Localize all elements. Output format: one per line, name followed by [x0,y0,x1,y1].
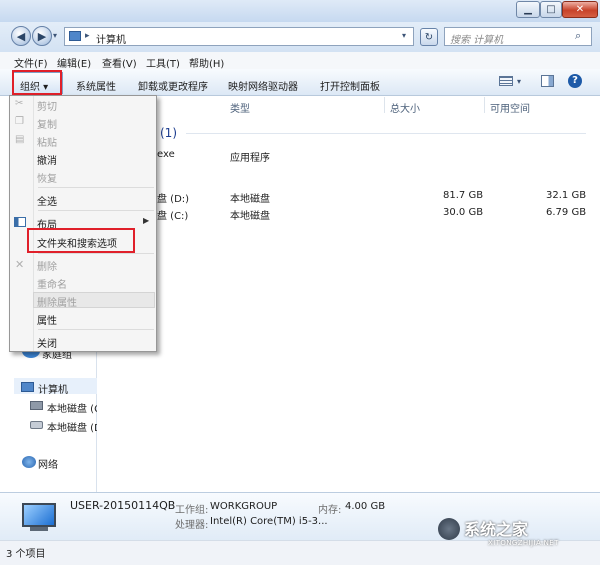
nav-network[interactable]: 网络 [38,456,58,471]
column-header-free-space[interactable]: 可用空间 [490,100,530,115]
watermark-logo-icon [438,518,460,540]
maximize-button[interactable]: □ [540,1,562,18]
menu-redo[interactable]: 恢复 [37,170,57,185]
drive-d-total: 81.7 GB [443,190,484,201]
workgroup-label: 工作组: [175,505,209,516]
refresh-icon: ↻ [424,31,434,43]
memory-label: 内存: [318,505,342,516]
column-divider[interactable] [484,97,485,113]
close-button[interactable]: ✕ [562,1,598,18]
menu-rename[interactable]: 重命名 [37,276,67,291]
search-input[interactable]: 搜索 计算机 [450,31,503,46]
close-icon: ✕ [575,4,585,15]
group-divider [186,133,586,134]
menu-undo[interactable]: 撤消 [37,152,57,167]
maximize-icon: □ [546,4,556,15]
menu-separator [38,329,154,330]
search-icon[interactable]: ⌕ [575,29,581,43]
help-icon[interactable]: ? [568,74,582,88]
forward-arrow-icon: ▶ [37,29,47,43]
menu-select-all[interactable]: 全选 [37,193,57,208]
title-bar[interactable] [0,0,600,22]
computer-stand-icon [30,527,48,531]
preview-pane-icon[interactable] [541,75,554,87]
cpu-label: 处理器: [175,520,209,531]
view-dropdown-icon[interactable]: ▾ [517,77,521,86]
disk-icon [30,401,43,410]
address-dropdown-icon[interactable]: ▾ [402,31,406,40]
menu-help[interactable]: 帮助(H) [189,55,224,70]
menu-remove-properties[interactable]: 删除属性 [37,294,77,309]
forward-button[interactable]: ▶ [32,26,52,46]
group-header[interactable]: (1) [160,126,177,140]
folder-options-highlight-box [27,228,135,253]
uninstall-program-button[interactable]: 卸载或更改程序 [138,78,208,93]
memory-value: 4.00 GB [345,501,386,512]
nav-computer-label[interactable]: 计算机 [38,381,68,396]
system-properties-button[interactable]: 系统属性 [76,78,116,93]
drive-c-name[interactable]: 盘 (C:) [157,207,188,222]
refresh-button[interactable]: ↻ [420,28,438,46]
watermark-subtext: XITONGZHIJIA.NET [488,539,559,547]
delete-x-icon: ✕ [15,258,25,271]
minimize-icon: ▁ [524,4,532,15]
computer-icon [21,382,34,392]
column-divider[interactable] [384,97,385,113]
submenu-arrow-icon: ▶ [143,216,150,225]
app-type: 应用程序 [230,153,270,164]
drive-d-type: 本地磁盘 [230,194,270,205]
drive-d-free: 32.1 GB [546,190,587,201]
breadcrumb-computer[interactable]: 计算机 [96,31,126,46]
menu-close[interactable]: 关闭 [37,335,57,350]
drive-c-free: 6.79 GB [546,207,587,218]
network-icon [22,456,36,468]
scissors-icon: ✂ [15,98,24,109]
copy-icon: ❐ [15,116,24,127]
menu-delete[interactable]: 删除 [37,258,57,273]
organize-highlight-box [12,70,62,95]
drive-c-total: 30.0 GB [443,207,484,218]
menu-cut[interactable]: 剪切 [37,98,57,113]
column-header-type[interactable]: 类型 [230,100,250,115]
item-count: 3 个项目 [6,549,46,560]
drive-c-type: 本地磁盘 [230,211,270,222]
drive-d-name[interactable]: 盘 (D:) [157,190,189,205]
minimize-button[interactable]: ▁ [516,1,540,18]
nav-drive-d[interactable]: 本地磁盘 (D [47,419,102,434]
app-name[interactable]: exe [157,149,175,160]
menu-view[interactable]: 查看(V) [102,55,137,70]
disk-icon [30,421,43,429]
paste-icon: ▤ [15,134,25,145]
column-header-total-size[interactable]: 总大小 [390,100,420,115]
breadcrumb-separator-icon[interactable]: ▸ [85,31,90,41]
menu-separator [38,210,154,211]
watermark-text: 系统之家 [464,520,529,539]
layout-icon [14,217,26,227]
cpu-value: Intel(R) Core(TM) i5-3... [210,516,328,527]
menu-separator [38,187,154,188]
view-options-icon[interactable] [499,76,513,86]
menu-copy[interactable]: 复制 [37,116,57,131]
organize-menu [9,95,157,352]
menu-tools[interactable]: 工具(T) [146,55,180,70]
workgroup-value: WORKGROUP [210,501,278,512]
computer-large-icon [22,503,56,527]
map-network-drive-button[interactable]: 映射网络驱动器 [228,78,298,93]
back-button[interactable]: ◀ [11,26,31,46]
recent-pages-chevron-icon[interactable]: ▾ [53,31,57,40]
computer-small-icon [69,31,81,41]
menu-file[interactable]: 文件(F) [14,55,48,70]
menu-gutter [33,96,34,351]
menu-properties[interactable]: 属性 [37,312,57,327]
back-arrow-icon: ◀ [16,29,26,43]
computer-name: USER-20150114QB [70,499,176,512]
menu-paste[interactable]: 粘贴 [37,134,57,149]
menu-separator [38,253,154,254]
nav-drive-c[interactable]: 本地磁盘 (C [47,400,101,415]
menu-edit[interactable]: 编辑(E) [57,55,91,70]
open-control-panel-button[interactable]: 打开控制面板 [320,78,380,93]
